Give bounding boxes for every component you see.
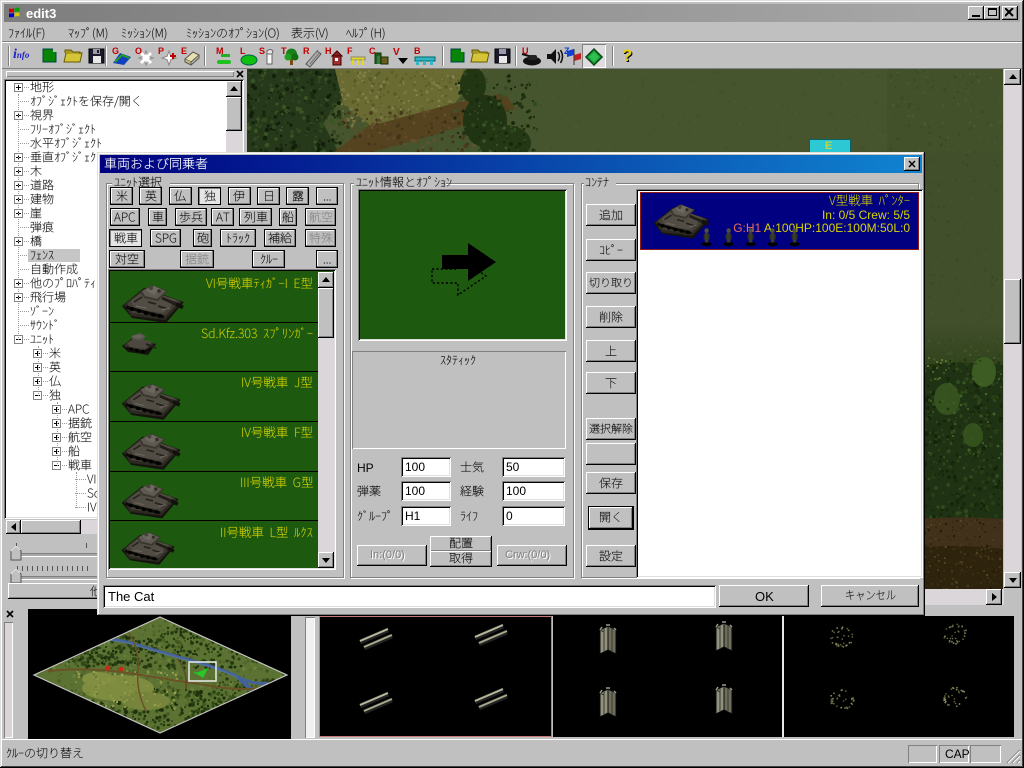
svg-text:B: B xyxy=(414,46,421,56)
svg-text:M: M xyxy=(216,46,224,56)
svg-text:F: F xyxy=(347,46,353,56)
svg-text:C: C xyxy=(369,46,376,56)
svg-text:V: V xyxy=(393,47,400,58)
svg-text:T: T xyxy=(281,46,287,56)
svg-text:O: O xyxy=(135,46,142,56)
svg-text:U: U xyxy=(522,46,529,56)
svg-text:E: E xyxy=(181,46,187,56)
svg-text:G: G xyxy=(112,46,119,56)
svg-text:H: H xyxy=(325,46,332,56)
svg-text:R: R xyxy=(303,46,310,56)
svg-text:Z: Z xyxy=(564,46,570,56)
svg-text:L: L xyxy=(240,46,246,56)
svg-text:P: P xyxy=(158,46,164,56)
svg-text:S: S xyxy=(259,46,265,56)
